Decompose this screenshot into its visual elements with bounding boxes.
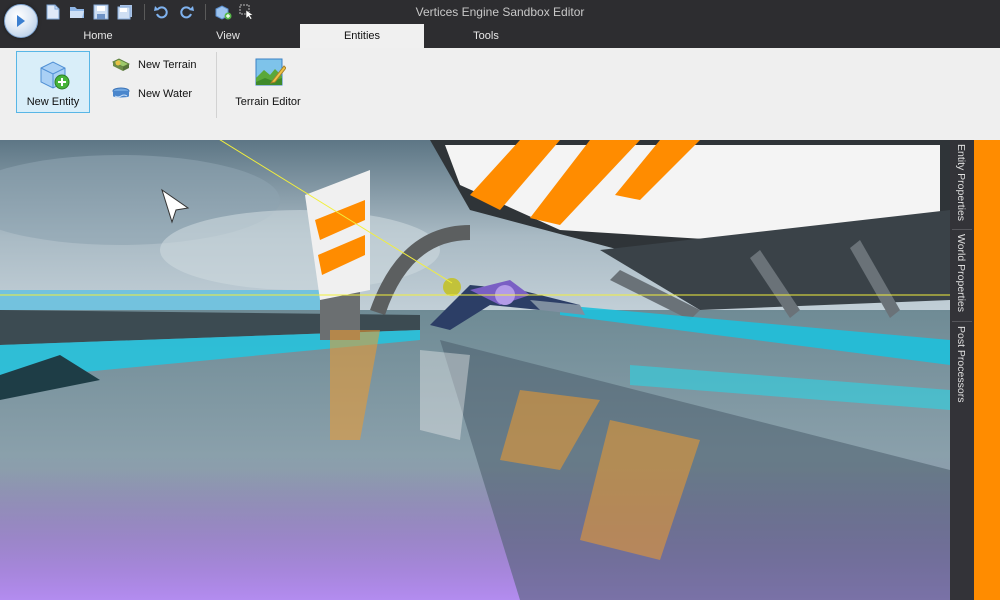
water-icon — [112, 85, 130, 103]
title-bar: Vertices Engine Sandbox Editor — [0, 0, 1000, 24]
window-title: Vertices Engine Sandbox Editor — [0, 5, 1000, 19]
entity-cube-add-icon — [37, 58, 71, 97]
new-terrain-label: New Terrain — [138, 59, 197, 71]
play-icon — [16, 14, 26, 28]
terrain-editor-icon — [254, 56, 286, 93]
scene-viewport[interactable] — [0, 140, 950, 600]
application-menu-button[interactable] — [4, 4, 38, 38]
tab-tools[interactable]: Tools — [424, 24, 548, 48]
tab-entity-properties[interactable]: Entity Properties — [950, 140, 974, 228]
ribbon-group-separator — [216, 52, 217, 118]
terrain-editor-label: Terrain Editor — [228, 96, 308, 108]
scene-render — [0, 140, 950, 600]
new-entity-label: New Entity — [17, 96, 89, 108]
new-entity-button[interactable]: New Entity — [16, 51, 90, 113]
terrain-icon — [112, 56, 130, 74]
new-water-button[interactable]: New Water — [112, 84, 192, 104]
tab-world-properties[interactable]: World Properties — [950, 230, 974, 320]
tab-post-processors[interactable]: Post Processors — [950, 322, 974, 412]
new-water-label: New Water — [138, 88, 192, 100]
tab-view[interactable]: View — [168, 24, 288, 48]
terrain-editor-button[interactable]: Terrain Editor — [228, 51, 308, 113]
ribbon-panel: New Entity New Terrain New Water Terrain… — [0, 48, 1000, 141]
ribbon-tabs: Home View Entities Tools — [0, 24, 1000, 48]
side-panel-accent-strip — [974, 140, 1000, 600]
new-terrain-button[interactable]: New Terrain — [112, 55, 197, 75]
side-panel-tabs: Entity Properties World Properties Post … — [950, 140, 974, 600]
tab-entities[interactable]: Entities — [300, 24, 424, 48]
tab-home[interactable]: Home — [36, 24, 160, 48]
